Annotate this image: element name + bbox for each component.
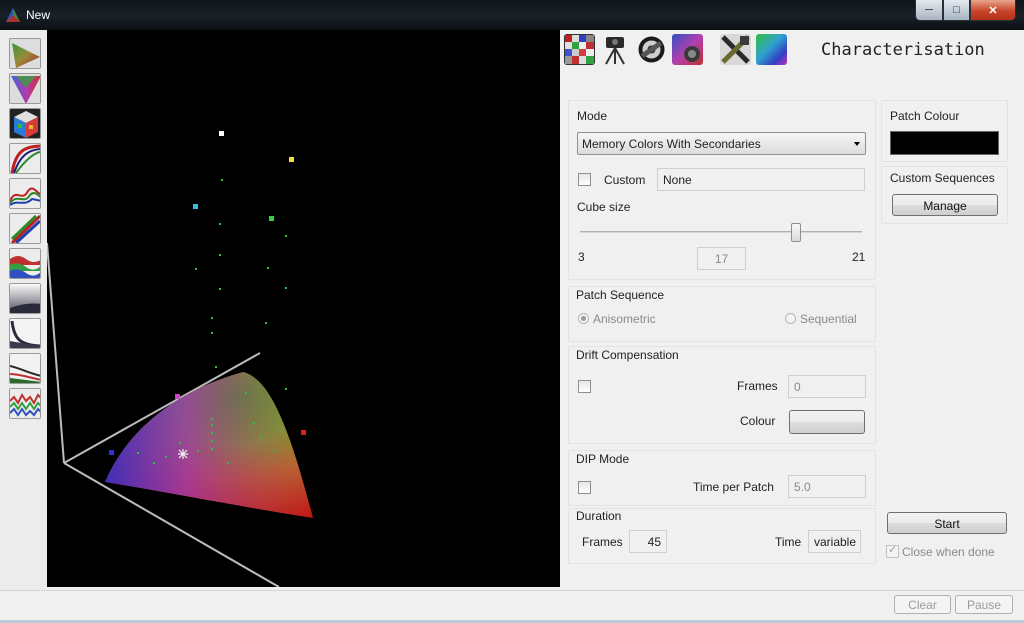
anisometric-label: Anisometric [593,312,656,326]
rgb-cube-icon[interactable] [9,108,41,139]
app-window: New ─ □ ✕ Characterisation Mode Memory C… [0,0,1024,623]
time-per-patch-field[interactable]: 5.0 [788,475,866,498]
cube-size-label: Cube size [577,200,631,214]
duration-time-field[interactable]: variable [808,530,861,553]
tone-curve-icon[interactable] [9,143,41,174]
pause-button[interactable]: Pause [955,595,1013,614]
maximize-button[interactable]: □ [943,0,970,21]
dip-checkbox[interactable] [578,481,591,494]
tools-icon[interactable] [720,34,751,65]
minimize-button[interactable]: ─ [915,0,943,21]
custom-sequences-label: Custom Sequences [890,171,995,185]
gamut-cube-icon[interactable] [756,34,787,65]
window-controls: ─ □ ✕ [915,0,1016,21]
colour-wheel-icon[interactable] [672,34,703,65]
gamut-3d-view[interactable] [47,30,560,587]
cube-size-slider-handle[interactable] [791,223,801,242]
mode-group-label: Mode [577,109,608,123]
close-when-done-checkbox[interactable]: ✓ [886,544,899,558]
gamut-triangle-icon[interactable] [9,73,41,104]
drift-frames-field[interactable]: 0 [788,375,866,398]
cube-size-value[interactable]: 17 [697,247,746,270]
clear-button[interactable]: Clear [894,595,951,614]
start-button[interactable]: Start [887,512,1007,534]
minimize-icon: ─ [925,4,933,16]
sequential-label: Sequential [800,312,857,326]
app-icon [6,8,20,22]
gamut-surface [105,372,313,518]
close-icon: ✕ [988,4,998,17]
drift-colour-button[interactable] [789,410,865,434]
whitepoint-marker [178,449,188,459]
spectral-bands-icon[interactable] [9,248,41,279]
patch-grid-icon[interactable] [564,34,595,65]
tripod-camera-icon[interactable] [600,34,631,65]
custom-label: Custom [604,173,646,187]
duration-label: Duration [576,509,622,523]
drift-colour-label: Colour [740,414,776,428]
patch-colour-label: Patch Colour [890,109,960,123]
view-toolbar [0,30,47,590]
rgb-ramp-icon[interactable] [9,213,41,244]
anisometric-radio[interactable] [578,313,589,324]
dip-mode-label: DIP Mode [576,452,630,466]
client-area: Characterisation Mode Memory Colors With… [0,30,1024,620]
sequential-radio[interactable] [785,313,796,324]
close-button[interactable]: ✕ [970,0,1016,21]
chevron-down-icon [854,142,860,146]
patch-sequence-label: Patch Sequence [576,288,665,302]
drift-frames-label: Frames [737,379,778,393]
mode-toolbar [564,34,792,66]
duration-time-label: Time [775,535,802,549]
time-per-patch-label: Time per Patch [693,480,774,494]
drift-compensation-label: Drift Compensation [576,348,679,362]
grey-ramp-icon[interactable] [9,283,41,314]
window-title: New [26,8,51,22]
custom-checkbox[interactable] [578,173,591,186]
film-reel-icon[interactable] [636,34,667,65]
drift-checkbox[interactable] [578,380,591,393]
grey-curve-icon[interactable] [9,318,41,349]
cube-size-min: 3 [578,250,585,264]
close-when-done-label: Close when done [902,545,995,559]
cube-size-max: 21 [852,250,866,264]
gamut-side-icon[interactable] [9,38,41,69]
spectrum-noise-icon[interactable] [9,388,41,419]
mode-select-value: Memory Colors With Secondaries [582,137,761,151]
mode-select[interactable]: Memory Colors With Secondaries [577,132,866,155]
manage-button[interactable]: Manage [892,194,998,216]
grey-balance-icon[interactable] [9,353,41,384]
check-icon: ✓ [888,544,898,556]
duration-frames-field[interactable]: 45 [629,530,667,553]
maximize-icon: □ [953,4,960,16]
cube-size-track [580,231,862,233]
spectrum-curve-icon[interactable] [9,178,41,209]
custom-sequence-field[interactable]: None [657,168,865,191]
title-bar[interactable]: New ─ □ ✕ [0,0,1024,30]
panel-title: Characterisation [821,40,985,60]
patch-colour-swatch [890,131,999,155]
duration-frames-label: Frames [582,535,623,549]
status-bar: Clear Pause [0,590,1024,620]
